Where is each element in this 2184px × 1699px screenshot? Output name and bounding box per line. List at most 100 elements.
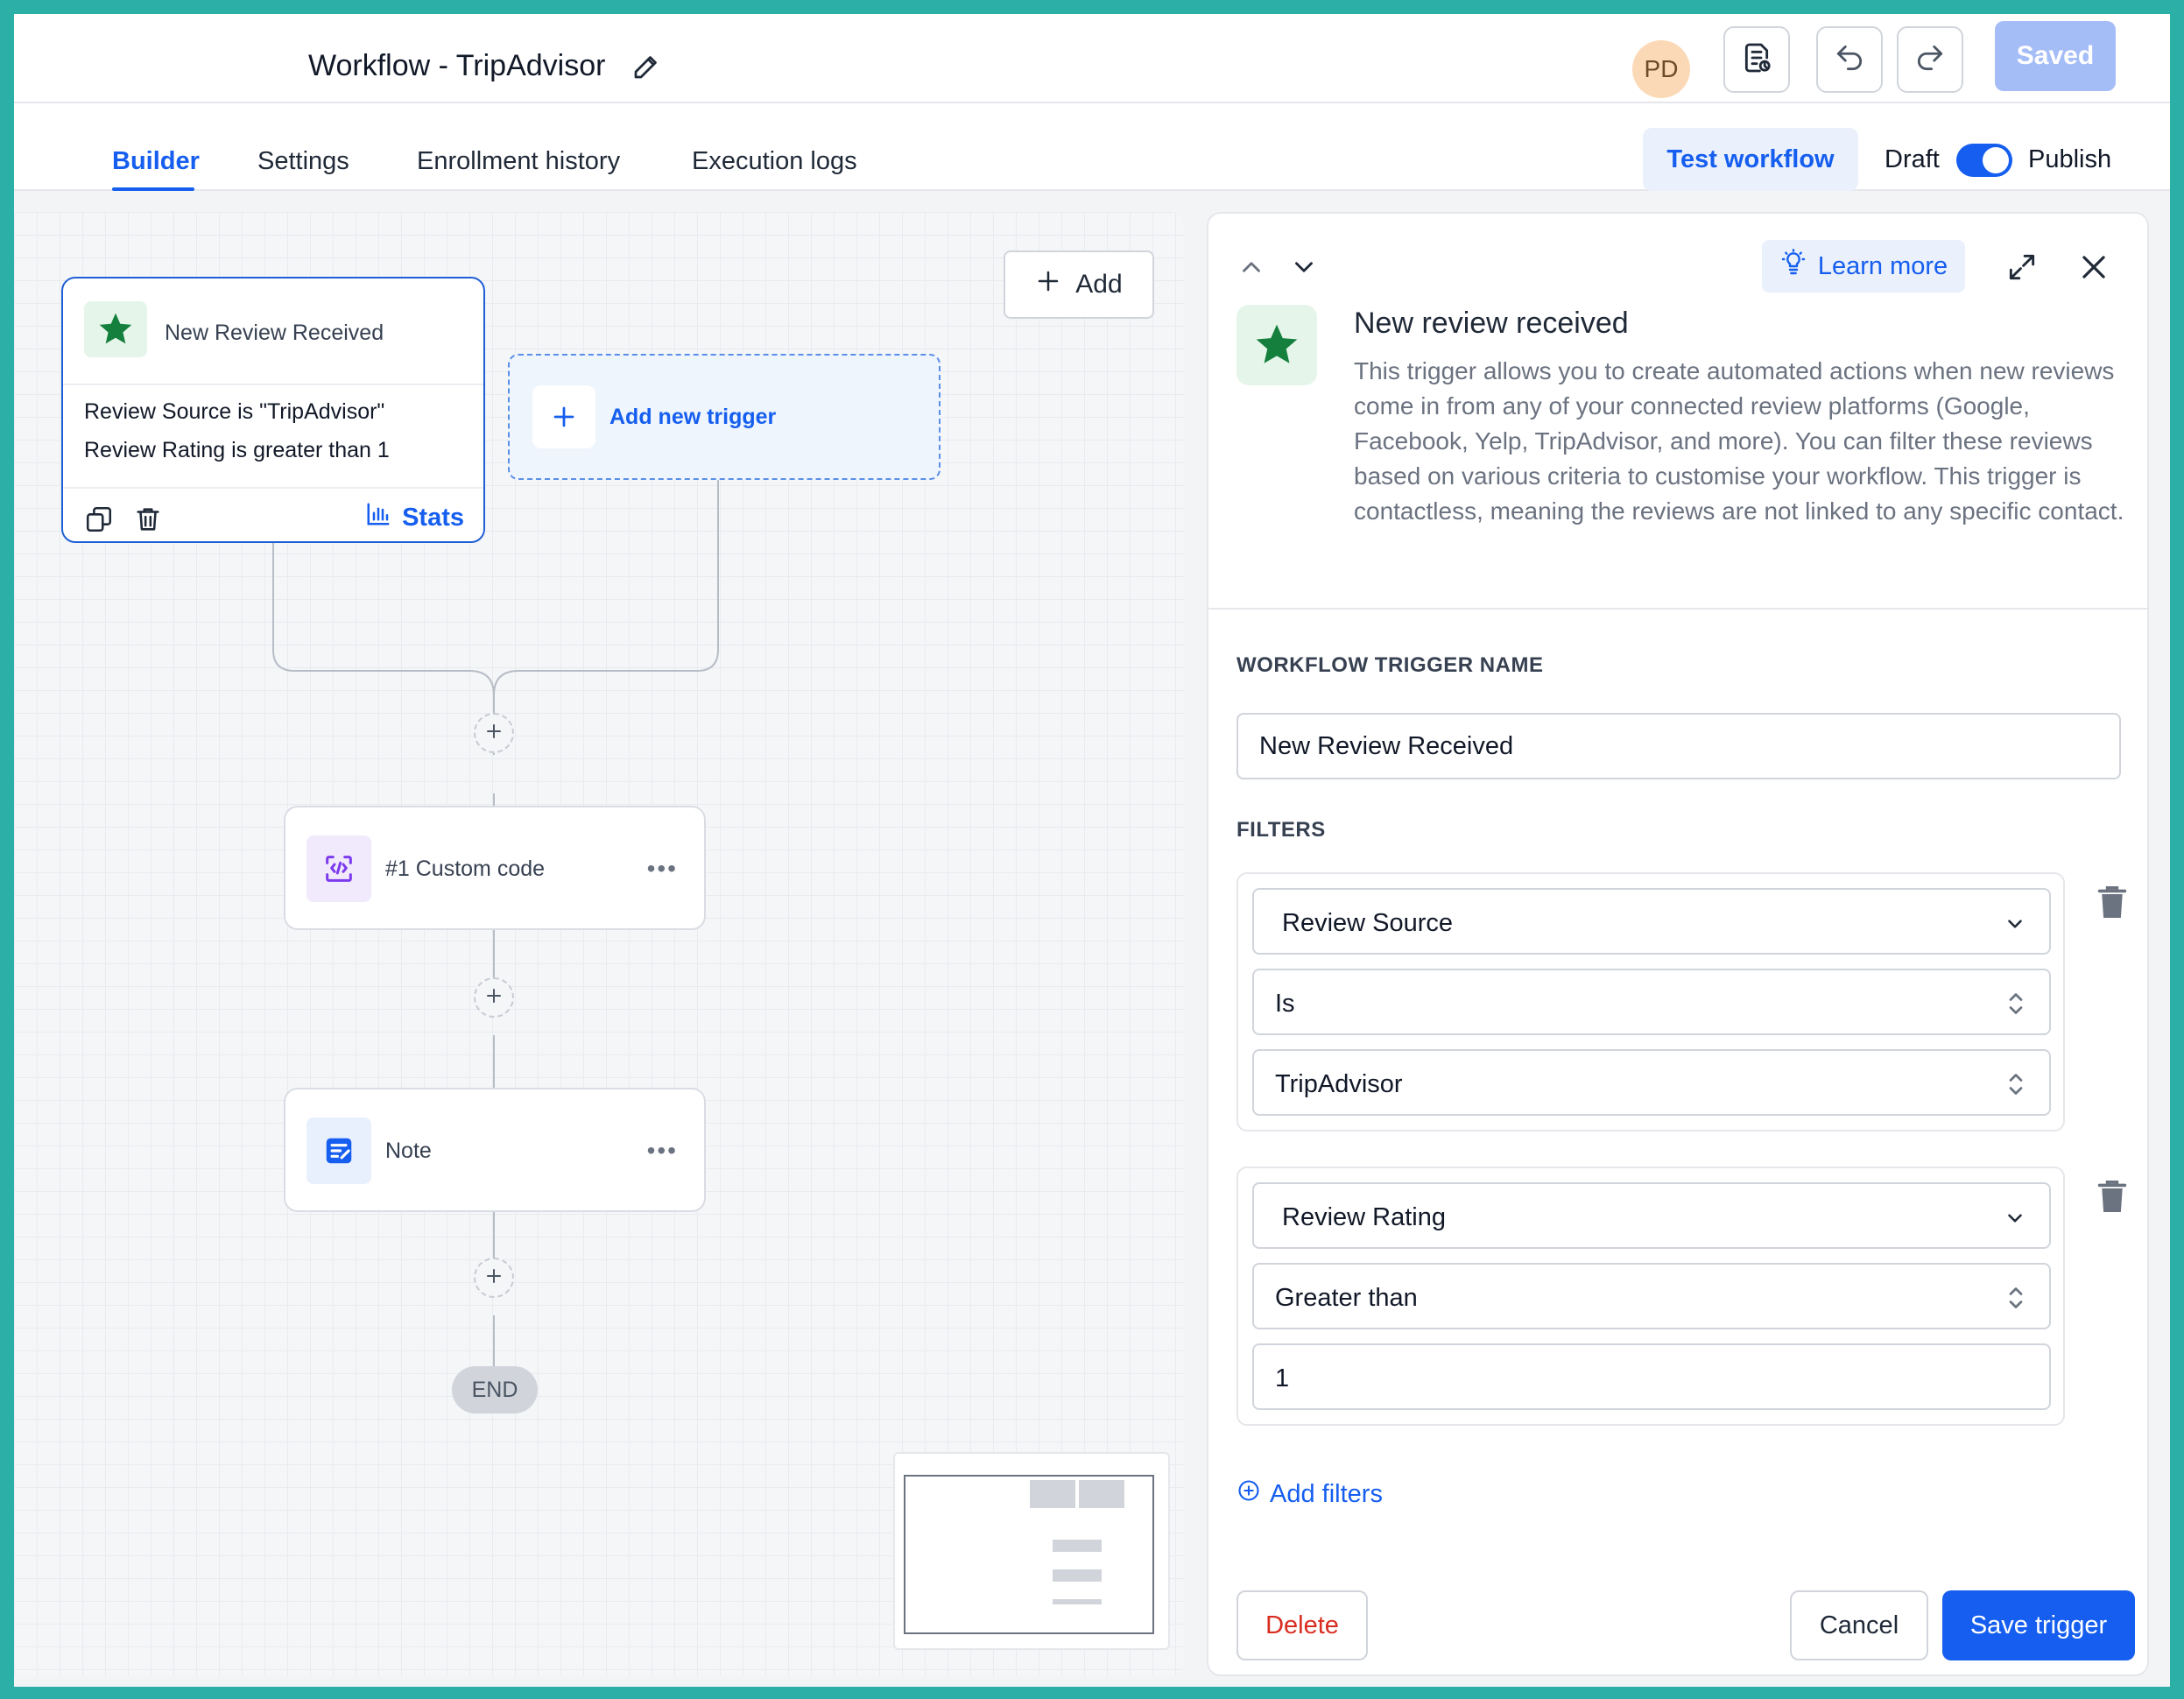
tab-settings[interactable]: Settings [257, 147, 349, 176]
tab-enrollment-history[interactable]: Enrollment history [417, 147, 620, 176]
avatar[interactable]: PD [1632, 40, 1690, 98]
minimap-block [1053, 1599, 1102, 1604]
add-filters-label: Add filters [1270, 1479, 1383, 1508]
sort-arrows-icon [2005, 1068, 2026, 1104]
tab-bar: Builder Settings Enrollment history Exec… [14, 103, 2170, 191]
delete-button[interactable]: Delete [1236, 1590, 1368, 1660]
learn-more-button[interactable]: Learn more [1762, 240, 1965, 293]
more-icon[interactable]: ••• [647, 1137, 678, 1165]
review-log-button[interactable] [1723, 26, 1790, 93]
filter-value: TripAdvisor [1275, 1070, 1403, 1098]
trigger-node[interactable]: New Review Received Review Source is "Tr… [61, 277, 485, 543]
minimap[interactable] [893, 1452, 1170, 1650]
note-icon [306, 1117, 371, 1184]
tab-execution-logs[interactable]: Execution logs [692, 147, 857, 176]
minimap-block [1030, 1480, 1075, 1508]
app-window: Workflow - TripAdvisor PD Saved Builder … [14, 14, 2170, 1687]
panel-description: This trigger allows you to create automa… [1354, 357, 2124, 525]
trigger-condition: Review Rating is greater than 1 [84, 438, 390, 462]
chevron-down-icon [2004, 1207, 2026, 1234]
add-button-label: Add [1075, 270, 1123, 299]
trigger-name-input[interactable] [1236, 713, 2121, 779]
minimap-block [1053, 1569, 1102, 1582]
publish-toggle[interactable] [1956, 144, 2012, 177]
plus-icon [532, 385, 595, 448]
copy-icon[interactable] [84, 504, 114, 539]
active-tab-indicator [112, 187, 194, 191]
sort-arrows-icon [2005, 988, 2026, 1024]
divider [63, 384, 483, 385]
close-icon[interactable] [2077, 250, 2110, 288]
cancel-button[interactable]: Cancel [1790, 1590, 1928, 1660]
bar-chart-icon [365, 501, 391, 534]
filter-value-select[interactable]: TripAdvisor [1252, 1049, 2051, 1116]
filter-operator-value: Is [1275, 990, 1295, 1018]
more-icon[interactable]: ••• [647, 855, 678, 883]
plus-icon [483, 1265, 504, 1291]
custom-code-step[interactable]: #1 Custom code ••• [284, 806, 706, 930]
publish-label: Publish [2028, 145, 2112, 173]
pencil-icon[interactable] [631, 51, 662, 82]
code-icon [306, 835, 371, 902]
trigger-name-label: WORKFLOW TRIGGER NAME [1236, 653, 1544, 677]
add-filters-link[interactable]: Add filters [1236, 1478, 1383, 1510]
step-label: Note [385, 1139, 432, 1163]
insert-step-button[interactable] [474, 1258, 514, 1298]
expand-icon[interactable] [2005, 250, 2039, 288]
end-marker: END [452, 1366, 538, 1413]
minimap-block [1079, 1480, 1124, 1508]
toggle-knob [1983, 147, 2009, 173]
top-bar: Workflow - TripAdvisor PD Saved [14, 14, 2170, 103]
filter-field-select[interactable]: Review Source [1252, 888, 2051, 955]
test-workflow-button[interactable]: Test workflow [1643, 128, 1858, 191]
filter-group: Review Rating Greater than 1 [1236, 1167, 2065, 1426]
workflow-title: Workflow - TripAdvisor [308, 49, 606, 82]
draft-label: Draft [1885, 145, 1940, 173]
chevron-down-icon [2004, 913, 2026, 940]
plus-icon [483, 985, 504, 1011]
star-icon [84, 301, 147, 357]
tab-builder[interactable]: Builder [112, 147, 200, 176]
minimap-block [1053, 1540, 1102, 1552]
add-new-trigger-card[interactable]: Add new trigger [508, 354, 941, 480]
plus-circle-icon [1236, 1478, 1261, 1510]
lightbulb-icon [1779, 249, 1807, 284]
workflow-canvas[interactable]: Add New Review Received Review Source is… [14, 212, 1184, 1676]
add-button[interactable]: Add [1004, 250, 1154, 319]
filter-value: 1 [1275, 1364, 1290, 1392]
trigger-settings-panel: Learn more New review received This trig… [1207, 212, 2149, 1676]
redo-icon [1913, 41, 1947, 79]
filters-label: FILTERS [1236, 818, 1326, 842]
redo-button[interactable] [1897, 26, 1963, 93]
trash-icon[interactable] [2096, 1179, 2128, 1218]
star-icon [1236, 305, 1317, 385]
filter-field-value: Review Rating [1282, 1203, 1446, 1231]
filter-group: Review Source Is TripAdvisor [1236, 872, 2065, 1131]
chevron-up-icon[interactable] [1236, 252, 1266, 286]
save-trigger-button[interactable]: Save trigger [1942, 1590, 2135, 1660]
learn-more-label: Learn more [1817, 251, 1948, 280]
undo-icon [1833, 41, 1866, 79]
trash-icon[interactable] [2096, 885, 2128, 924]
filter-operator-value: Greater than [1275, 1284, 1418, 1312]
undo-button[interactable] [1816, 26, 1883, 93]
plus-icon [483, 721, 504, 746]
note-step[interactable]: Note ••• [284, 1088, 706, 1212]
filter-operator-select[interactable]: Is [1252, 969, 2051, 1035]
minimap-viewport[interactable] [904, 1475, 1154, 1634]
step-label: #1 Custom code [385, 857, 546, 881]
insert-step-button[interactable] [474, 713, 514, 753]
insert-step-button[interactable] [474, 977, 514, 1018]
filter-value-input[interactable]: 1 [1252, 1343, 2051, 1410]
filter-operator-select[interactable]: Greater than [1252, 1263, 2051, 1329]
trash-icon[interactable] [133, 504, 163, 539]
trigger-node-title: New Review Received [165, 321, 384, 345]
saved-button[interactable]: Saved [1995, 21, 2116, 91]
stats-link[interactable]: Stats [365, 501, 464, 534]
trigger-condition: Review Source is "TripAdvisor" [84, 399, 385, 424]
stats-label: Stats [402, 503, 464, 532]
filter-field-select[interactable]: Review Rating [1252, 1182, 2051, 1249]
divider [63, 487, 483, 489]
panel-title: New review received [1354, 307, 1629, 340]
chevron-down-icon[interactable] [1289, 252, 1319, 286]
